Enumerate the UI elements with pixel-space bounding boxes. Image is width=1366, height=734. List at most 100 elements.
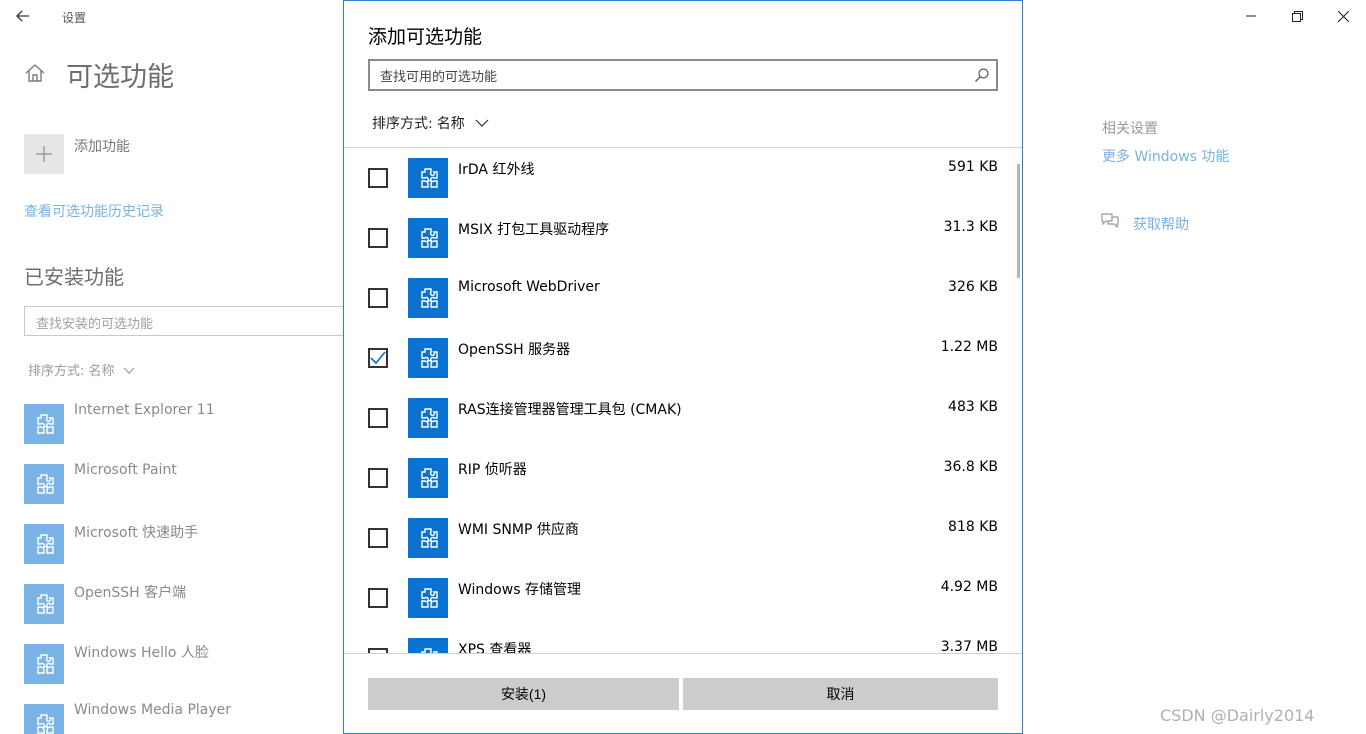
installed-search-placeholder: 查找安装的可选功能	[36, 317, 154, 332]
puzzle-icon	[408, 218, 448, 258]
sort-label: 排序方式:	[372, 116, 433, 132]
installed-item-name: Internet Explorer 11	[74, 402, 215, 418]
puzzle-icon	[408, 398, 448, 438]
installed-item[interactable]: OpenSSH 客户端	[24, 584, 344, 624]
close-icon	[1337, 10, 1349, 22]
installed-item[interactable]: Microsoft Paint	[24, 462, 344, 504]
feature-size: 4.92 MB	[940, 579, 998, 595]
minimize-icon	[1246, 15, 1256, 17]
install-button[interactable]: 安装(1)	[368, 678, 679, 710]
cancel-button[interactable]: 取消	[683, 678, 998, 710]
feature-size: 1.22 MB	[940, 339, 998, 355]
installed-sort-label: 排序方式: 名称	[28, 364, 115, 379]
installed-item[interactable]: Windows Media Player	[24, 702, 344, 734]
feature-size: 3.37 MB	[940, 639, 998, 653]
puzzle-icon	[24, 644, 64, 684]
puzzle-icon	[408, 338, 448, 378]
feature-row[interactable]: MSIX 打包工具驱动程序 31.3 KB	[344, 208, 1022, 268]
feature-size: 818 KB	[948, 519, 998, 535]
feature-checkbox-checked[interactable]	[368, 348, 388, 368]
feature-checkbox[interactable]	[368, 408, 388, 428]
app-title: 设置	[62, 11, 87, 25]
feature-checkbox[interactable]	[368, 228, 388, 248]
restore-icon	[1291, 10, 1303, 22]
feature-checkbox[interactable]	[368, 468, 388, 488]
feature-row[interactable]: IrDA 红外线 591 KB	[344, 148, 1022, 208]
get-help-link[interactable]: 获取帮助	[1133, 214, 1189, 234]
checkmark-icon	[370, 351, 386, 365]
puzzle-icon	[408, 158, 448, 198]
back-button[interactable]	[8, 2, 38, 30]
feature-row[interactable]: Microsoft WebDriver 326 KB	[344, 268, 1022, 328]
feature-name: RAS连接管理器管理工具包 (CMAK)	[458, 402, 682, 418]
installed-features-heading: 已安装功能	[24, 265, 124, 289]
feature-name: RIP 侦听器	[458, 462, 527, 478]
divider	[344, 653, 1022, 654]
feature-history-link[interactable]: 查看可选功能历史记录	[24, 201, 164, 221]
feature-row[interactable]: WMI SNMP 供应商 818 KB	[344, 508, 1022, 568]
feature-name: IrDA 红外线	[458, 162, 535, 178]
list-scrollbar[interactable]	[1017, 164, 1020, 278]
feature-search-placeholder: 查找可用的可选功能	[380, 70, 498, 85]
feature-row[interactable]: Windows 存储管理 4.92 MB	[344, 568, 1022, 628]
installed-item-name: Windows Hello 人脸	[74, 645, 209, 661]
page-title: 可选功能	[66, 62, 174, 93]
installed-item-name: OpenSSH 客户端	[74, 585, 187, 601]
add-optional-feature-dialog: 添加可选功能 查找可用的可选功能 排序方式: 名称 IrDA 红外线 591 K…	[343, 0, 1023, 734]
close-window-button[interactable]	[1320, 0, 1366, 32]
feature-size: 326 KB	[948, 279, 998, 295]
feature-row[interactable]: RIP 侦听器 36.8 KB	[344, 448, 1022, 508]
installed-item-name: Windows Media Player	[74, 702, 232, 718]
feature-list[interactable]: IrDA 红外线 591 KB MSIX 打包工具驱动程序 31.3 KB Mi…	[344, 148, 1022, 653]
feature-name: XPS 查看器	[458, 642, 532, 653]
feature-row[interactable]: RAS连接管理器管理工具包 (CMAK) 483 KB	[344, 388, 1022, 448]
feature-checkbox[interactable]	[368, 288, 388, 308]
feature-size: 483 KB	[948, 399, 998, 415]
installed-item[interactable]: Microsoft 快速助手	[24, 524, 344, 564]
installed-item[interactable]: Windows Hello 人脸	[24, 644, 344, 684]
feature-name: MSIX 打包工具驱动程序	[458, 222, 610, 238]
sort-dropdown[interactable]: 排序方式: 名称	[372, 113, 489, 133]
help-chat-icon	[1101, 213, 1119, 229]
feature-row[interactable]: XPS 查看器 3.37 MB	[344, 628, 1022, 653]
minimize-button[interactable]	[1228, 0, 1274, 32]
puzzle-icon	[408, 458, 448, 498]
puzzle-icon	[408, 278, 448, 318]
feature-name: WMI SNMP 供应商	[458, 522, 579, 538]
add-feature-label[interactable]: 添加功能	[74, 136, 130, 156]
puzzle-icon	[408, 518, 448, 558]
feature-checkbox[interactable]	[368, 588, 388, 608]
feature-name: Microsoft WebDriver	[458, 279, 600, 295]
more-windows-features-link[interactable]: 更多 Windows 功能	[1102, 146, 1229, 166]
puzzle-icon	[408, 578, 448, 618]
installed-sort-dropdown[interactable]: 排序方式: 名称	[28, 360, 135, 379]
puzzle-icon	[24, 584, 64, 624]
home-icon[interactable]	[24, 62, 46, 84]
watermark: CSDN @Dairly2014	[1160, 706, 1315, 725]
puzzle-icon	[24, 704, 64, 734]
back-arrow-icon	[16, 10, 29, 22]
feature-size: 31.3 KB	[943, 219, 998, 235]
installed-item-name: Microsoft Paint	[74, 462, 177, 478]
search-icon[interactable]	[974, 67, 990, 83]
feature-name: Windows 存储管理	[458, 582, 581, 598]
feature-name: OpenSSH 服务器	[458, 342, 571, 358]
chevron-down-icon	[123, 367, 135, 374]
feature-checkbox[interactable]	[368, 168, 388, 188]
feature-search-input[interactable]: 查找可用的可选功能	[368, 59, 998, 91]
plus-icon	[36, 146, 52, 162]
puzzle-icon	[24, 464, 64, 504]
installed-search-input[interactable]: 查找安装的可选功能	[24, 306, 354, 336]
restore-button[interactable]	[1274, 0, 1320, 32]
puzzle-icon	[408, 638, 448, 653]
installed-item[interactable]: Internet Explorer 11	[24, 402, 344, 444]
installed-item-name: Microsoft 快速助手	[74, 525, 199, 541]
chevron-down-icon	[475, 119, 489, 127]
feature-checkbox[interactable]	[368, 528, 388, 548]
add-feature-button[interactable]	[24, 134, 64, 174]
feature-row[interactable]: OpenSSH 服务器 1.22 MB	[344, 328, 1022, 388]
puzzle-icon	[24, 524, 64, 564]
feature-size: 36.8 KB	[943, 459, 998, 475]
sort-value: 名称	[436, 116, 465, 132]
dialog-title: 添加可选功能	[368, 26, 483, 48]
